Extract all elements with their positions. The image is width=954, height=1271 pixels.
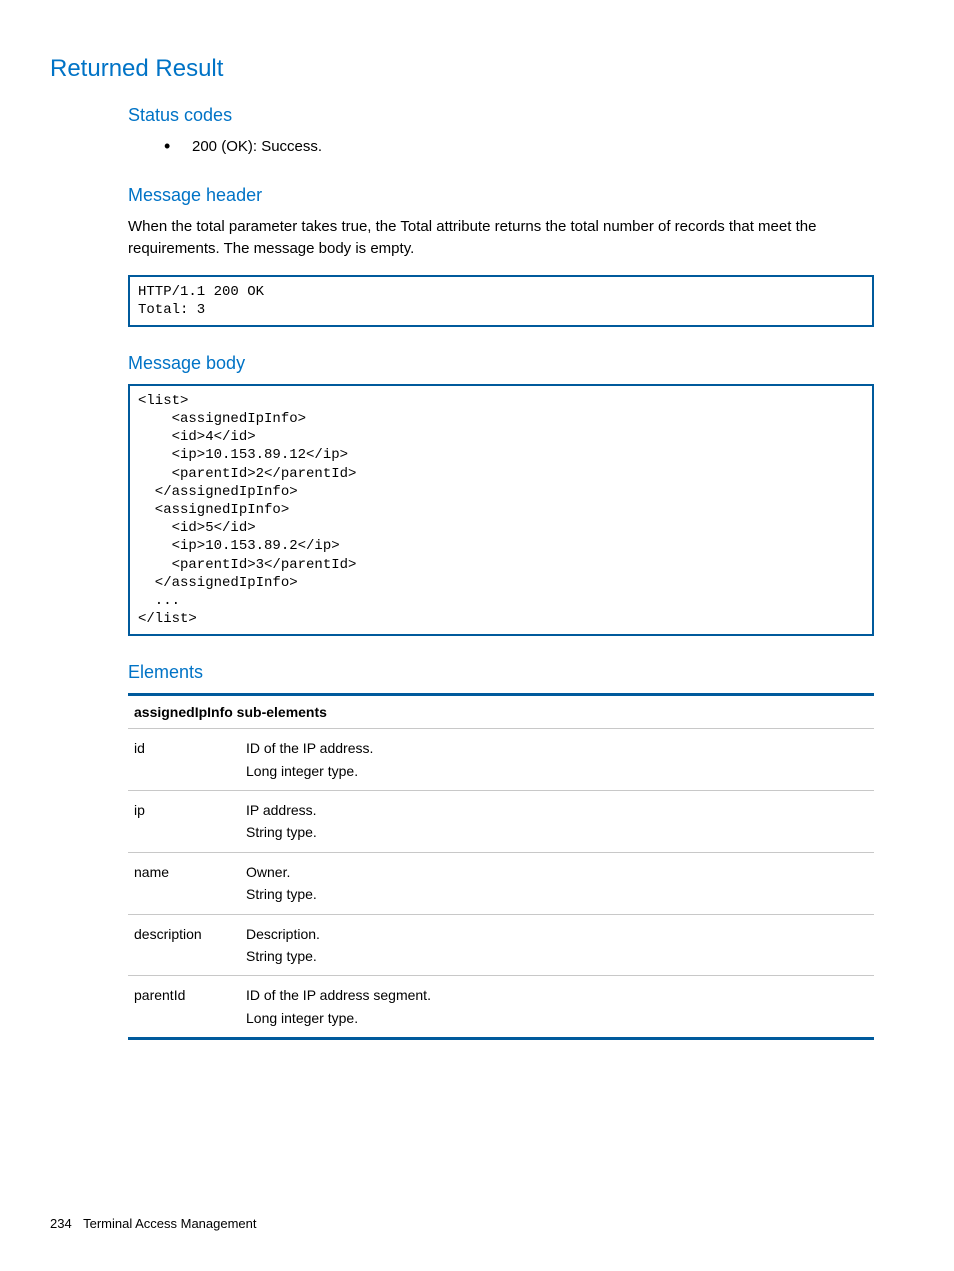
element-name: parentId — [128, 976, 240, 1039]
page-title: Returned Result — [50, 55, 874, 83]
message-header-heading: Message header — [128, 185, 874, 206]
elements-table: assignedIpInfo sub-elements id ID of the… — [128, 693, 874, 1040]
element-name: name — [128, 852, 240, 914]
table-row: parentId ID of the IP address segment.Lo… — [128, 976, 874, 1039]
element-name: ip — [128, 791, 240, 853]
table-row: description Description.String type. — [128, 914, 874, 976]
element-desc: IP address.String type. — [240, 791, 874, 853]
element-desc: ID of the IP address.Long integer type. — [240, 729, 874, 791]
table-row: id ID of the IP address.Long integer typ… — [128, 729, 874, 791]
table-row: ip IP address.String type. — [128, 791, 874, 853]
status-codes-heading: Status codes — [128, 105, 874, 126]
page-footer: 234 Terminal Access Management — [50, 1216, 257, 1231]
message-header-paragraph: When the total parameter takes true, the… — [128, 216, 874, 261]
element-name: description — [128, 914, 240, 976]
status-code-item: 200 (OK): Success. — [164, 136, 874, 159]
footer-section: Terminal Access Management — [83, 1216, 256, 1231]
element-desc: Description.String type. — [240, 914, 874, 976]
elements-heading: Elements — [128, 662, 874, 683]
element-name: id — [128, 729, 240, 791]
elements-table-header: assignedIpInfo sub-elements — [128, 695, 874, 729]
table-row: name Owner.String type. — [128, 852, 874, 914]
status-codes-list: 200 (OK): Success. — [164, 136, 874, 159]
message-body-code: <list> <assignedIpInfo> <id>4</id> <ip>1… — [128, 384, 874, 636]
element-desc: ID of the IP address segment.Long intege… — [240, 976, 874, 1039]
element-desc: Owner.String type. — [240, 852, 874, 914]
message-body-heading: Message body — [128, 353, 874, 374]
page-number: 234 — [50, 1216, 72, 1231]
message-header-code: HTTP/1.1 200 OK Total: 3 — [128, 275, 874, 327]
